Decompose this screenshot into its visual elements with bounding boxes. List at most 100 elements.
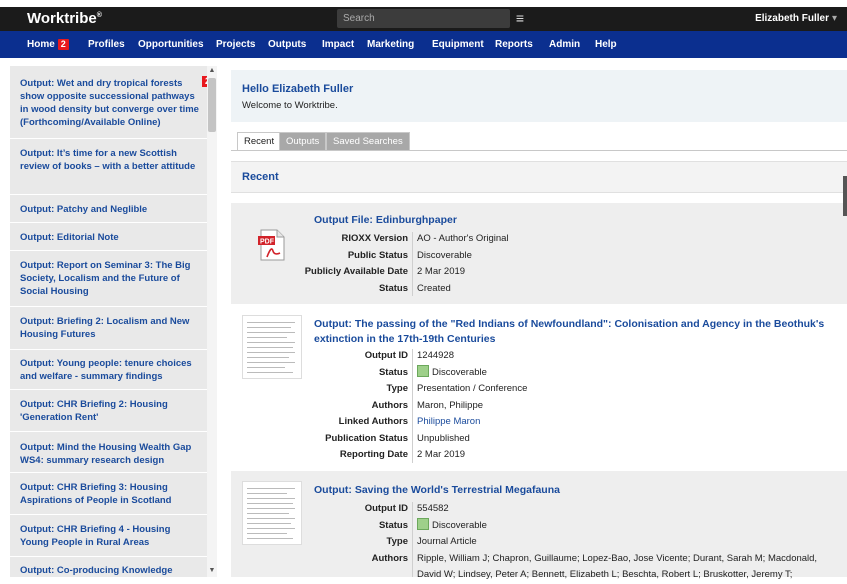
recent-item-card: Output: Saving the World's Terrestrial M… — [231, 471, 847, 580]
user-menu[interactable]: Elizabeth Fuller ▾ — [755, 13, 837, 24]
recent-item-card: Output: The passing of the "Red Indians … — [231, 305, 847, 470]
recent-heading: Recent — [242, 171, 279, 183]
search-input[interactable] — [343, 12, 503, 25]
sidebar-item[interactable]: Output: Report on Seminar 3: The Big Soc… — [20, 259, 200, 298]
sidebar-item[interactable]: Output: Editorial Note — [20, 231, 200, 244]
welcome-panel: Hello Elizabeth Fuller Welcome to Worktr… — [231, 70, 847, 122]
sidebar-item[interactable]: Output: Briefing 2: Localism and New Hou… — [20, 315, 200, 341]
sidebar-item[interactable]: Output: Co-producing Knowledge — [20, 564, 200, 577]
nav-reports[interactable]: Reports — [495, 39, 533, 50]
field-label: Authors — [371, 552, 408, 564]
nav-outputs[interactable]: Outputs — [268, 39, 306, 50]
home-notification-badge: 2 — [57, 39, 69, 50]
divider — [10, 556, 212, 557]
scroll-down-icon[interactable]: ▼ — [208, 566, 216, 576]
recent-item-card: PDF Output File: Edinburghpaper RIOXX Ve… — [231, 203, 847, 304]
status-value: Discoverable — [417, 364, 527, 382]
status-value: Discoverable — [417, 517, 817, 535]
field-value: Maron, Philippe — [417, 399, 484, 411]
divider — [10, 514, 212, 515]
field-label: Publication Status — [325, 432, 408, 444]
field-value: Unpublished — [417, 432, 470, 444]
document-thumbnail-icon[interactable] — [242, 315, 302, 379]
divider — [412, 232, 413, 296]
field-label: Status — [378, 366, 408, 378]
sidebar-item[interactable]: Output: CHR Briefing 2: Housing 'Generat… — [20, 398, 200, 424]
page-scroll-thumb[interactable] — [843, 176, 847, 216]
nav-help[interactable]: Help — [595, 39, 617, 50]
field-label: Linked Authors — [338, 416, 408, 427]
sidebar-scrollbar[interactable] — [207, 66, 217, 577]
field-values: 1244928 Discoverable Presentation / Conf… — [417, 348, 527, 464]
field-label: Status — [378, 282, 408, 294]
divider — [10, 138, 212, 139]
document-thumbnail-icon[interactable] — [242, 481, 302, 545]
nav-equipment[interactable]: Equipment — [432, 39, 484, 50]
field-value: Presentation / Conference — [417, 383, 528, 394]
divider — [412, 502, 413, 577]
field-value: Created — [417, 282, 451, 294]
field-values: 554582 Discoverable Journal Article Ripp… — [417, 501, 817, 584]
user-name: Elizabeth Fuller — [755, 13, 829, 24]
divider — [10, 222, 212, 223]
field-label: Type — [386, 536, 408, 547]
status-indicator — [417, 517, 429, 530]
main-nav: Home 2 Profiles Opportunities Projects Ou… — [0, 31, 847, 58]
sidebar-item[interactable]: Output: CHR Briefing 3: Housing Aspirati… — [20, 481, 200, 507]
field-label: Output ID — [364, 350, 408, 361]
field-label: Output ID — [364, 503, 408, 514]
hamburger-icon[interactable]: ≡ — [512, 9, 528, 28]
linked-author-link[interactable]: Philippe Maron — [417, 414, 527, 431]
chevron-down-icon: ▾ — [831, 13, 837, 24]
nav-opportunities[interactable]: Opportunities — [138, 39, 204, 50]
search-box[interactable] — [337, 9, 510, 28]
field-label: Public Status — [347, 249, 408, 261]
field-label: RIOXX Version — [341, 233, 408, 244]
welcome-subtitle: Welcome to Worktribe. — [242, 100, 338, 111]
field-value: 2 Mar 2019 — [417, 266, 466, 277]
nav-projects[interactable]: Projects — [216, 39, 255, 50]
field-value: AO - Author's Original — [417, 233, 509, 244]
divider — [412, 349, 413, 463]
divider — [10, 472, 212, 473]
divider — [10, 250, 212, 251]
field-value: Discoverable — [417, 249, 472, 261]
field-values: AO - Author's Original Discoverable 2 Ma… — [417, 231, 509, 297]
field-value: David W; Lindsey, Peter A; Bennett, Eliz… — [417, 569, 793, 580]
scroll-up-icon[interactable]: ▲ — [208, 66, 216, 76]
field-value: Ripple, William J; Chapron, Guillaume; L… — [417, 552, 818, 564]
status-indicator — [417, 364, 429, 377]
sidebar-item[interactable]: Output: It’s time for a new Scottish rev… — [20, 147, 200, 173]
divider — [10, 389, 212, 390]
recent-item-title[interactable]: Output File: Edinburghpaper — [314, 213, 834, 228]
sidebar-scroll-thumb[interactable] — [208, 78, 216, 132]
welcome-title: Hello Elizabeth Fuller — [242, 83, 354, 95]
recent-item-title[interactable]: Output: Saving the World's Terrestrial M… — [314, 483, 834, 498]
nav-impact[interactable]: Impact — [322, 39, 354, 50]
sidebar-item[interactable]: Output: Mind the Housing Wealth Gap WS4:… — [20, 441, 200, 467]
sidebar-item[interactable]: Output: Young people: tenure choices and… — [20, 357, 200, 383]
sidebar-item[interactable]: Output: Wet and dry tropical forests sho… — [20, 77, 200, 129]
tab-outputs[interactable]: Outputs — [279, 132, 327, 151]
nav-home[interactable]: Home 2 — [27, 39, 69, 50]
field-value: 554582 — [417, 503, 449, 514]
app-logo[interactable]: Worktribe® — [27, 10, 102, 27]
nav-profiles[interactable]: Profiles — [88, 39, 125, 50]
tab-recent[interactable]: Recent — [237, 132, 282, 151]
divider — [10, 349, 212, 350]
nav-marketing[interactable]: Marketing — [367, 39, 414, 50]
tabs-divider — [231, 150, 847, 151]
sidebar-item[interactable]: Output: Patchy and Neglible — [20, 203, 200, 216]
field-label: Authors — [371, 399, 408, 411]
field-value: Journal Article — [417, 536, 477, 547]
nav-admin[interactable]: Admin — [549, 39, 580, 50]
pdf-file-icon[interactable]: PDF — [258, 229, 286, 261]
divider — [10, 306, 212, 307]
tab-saved-searches[interactable]: Saved Searches — [326, 132, 410, 151]
field-label: Status — [378, 519, 408, 531]
field-label: Type — [386, 383, 408, 394]
sidebar-item[interactable]: Output: CHR Briefing 4 - Housing Young P… — [20, 523, 200, 549]
svg-text:PDF: PDF — [260, 239, 275, 246]
recent-item-title[interactable]: Output: The passing of the "Red Indians … — [314, 317, 834, 347]
field-value: 1244928 — [417, 350, 454, 361]
